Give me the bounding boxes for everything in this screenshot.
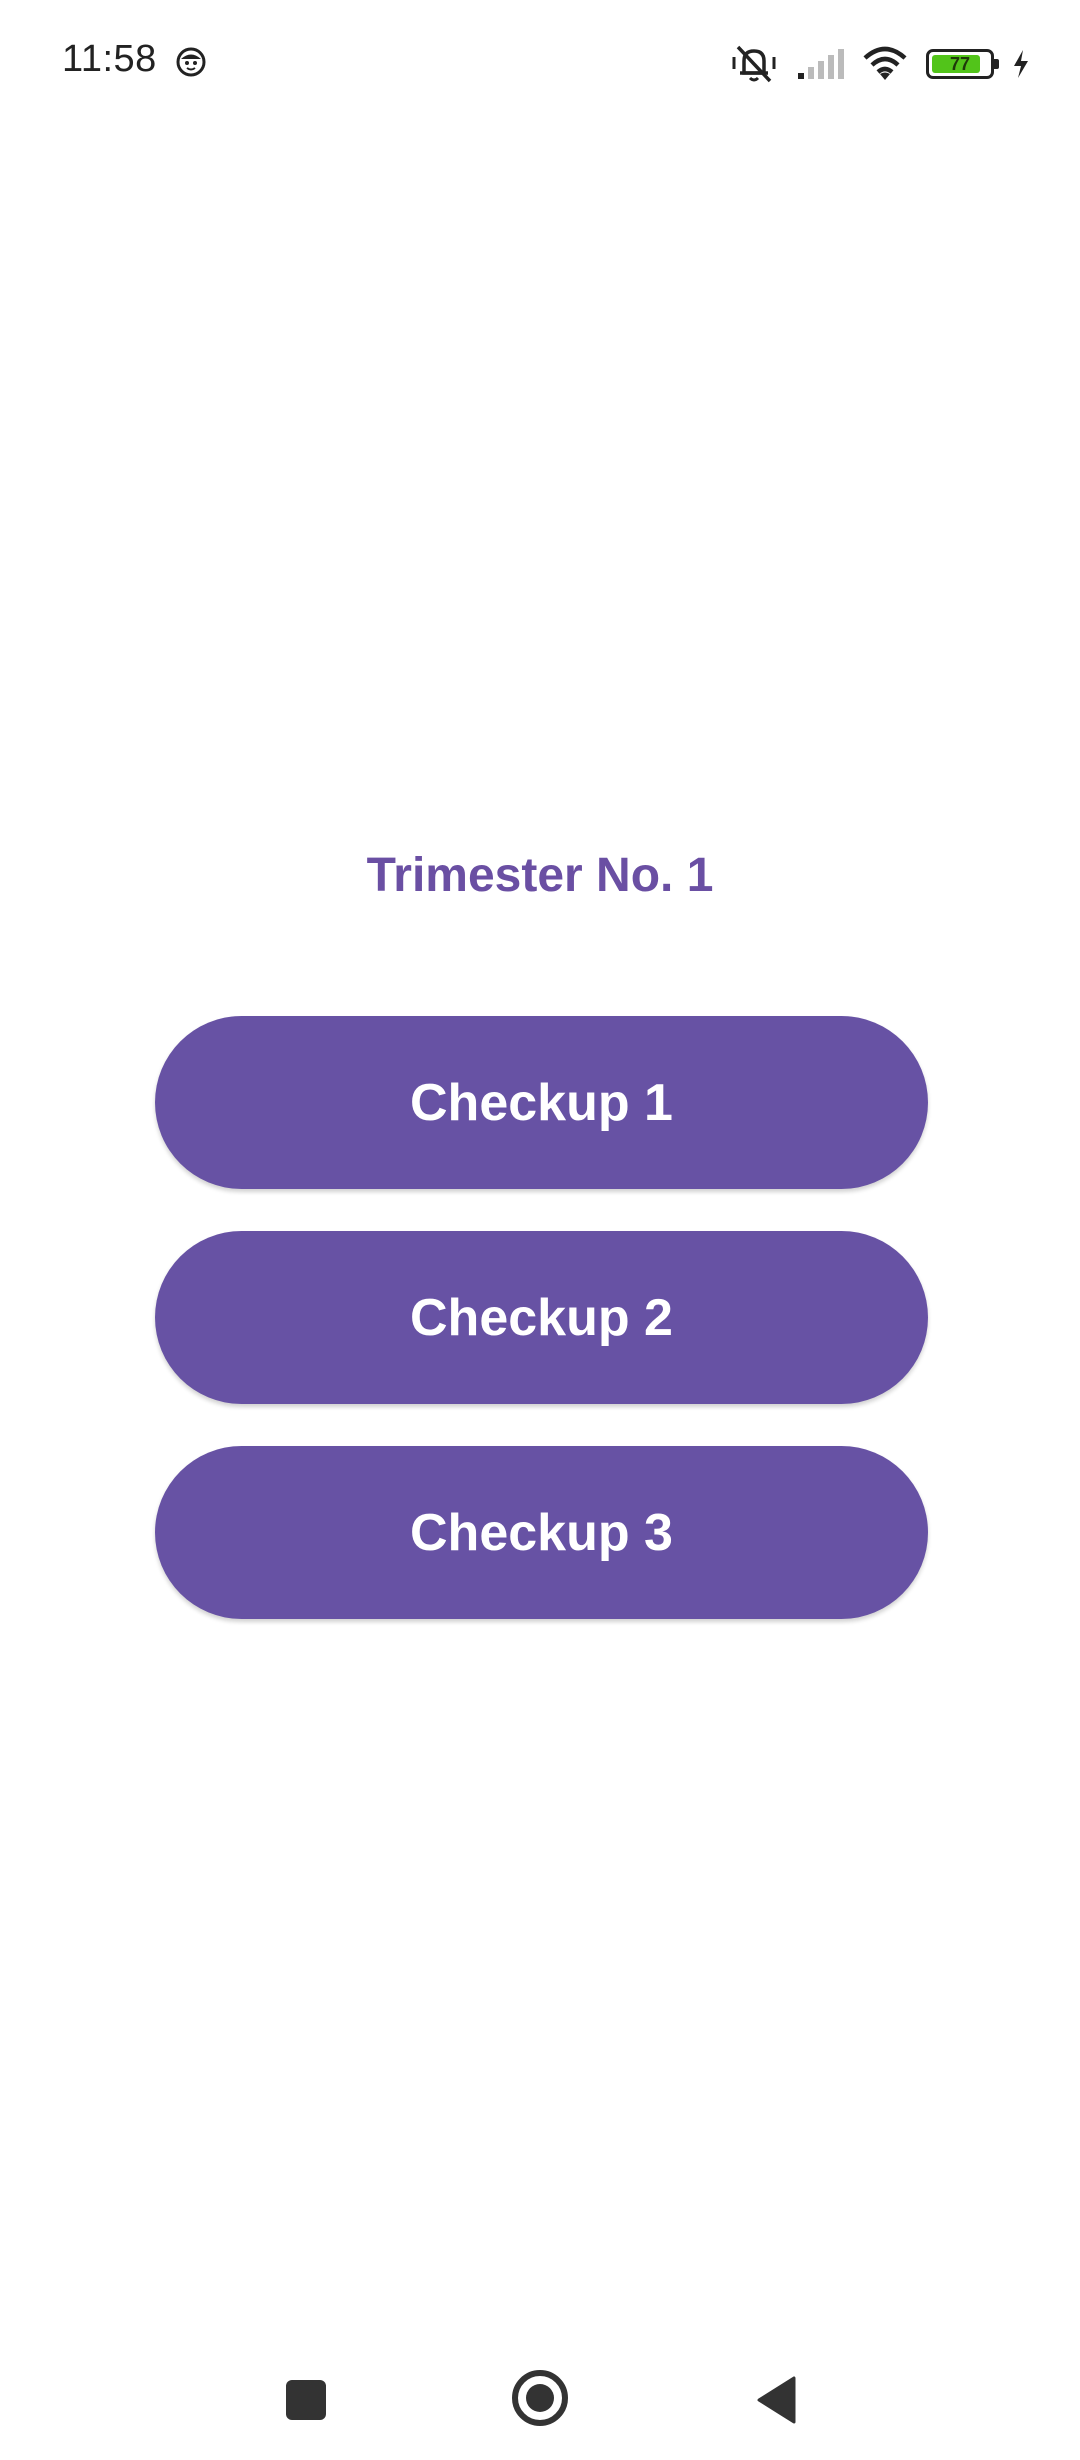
screen: 11:58 77 Trimester No. 1 Checkup 1 Check… (0, 0, 1080, 2460)
battery-indicator: 77 (926, 49, 999, 79)
status-bar: 11:58 77 (0, 0, 1080, 130)
checkup-2-button[interactable]: Checkup 2 (155, 1231, 928, 1404)
status-icons: 77 (730, 40, 1030, 88)
triangle-back-icon (757, 2376, 796, 2424)
bolt-icon (1014, 50, 1028, 78)
battery-level: 77 (949, 54, 971, 74)
circle-icon (526, 2384, 554, 2412)
page-title: Trimester No. 1 (366, 849, 714, 902)
battery-nub (994, 59, 999, 69)
recents-button[interactable] (286, 2380, 326, 2420)
face-icon (176, 47, 206, 77)
wifi-icon (863, 46, 907, 80)
status-time: 11:58 (62, 38, 157, 80)
back-button[interactable] (756, 2376, 796, 2424)
signal-icon (798, 49, 844, 79)
checkup-3-button[interactable]: Checkup 3 (155, 1446, 928, 1619)
checkup-1-button[interactable]: Checkup 1 (155, 1016, 928, 1189)
home-button[interactable] (512, 2370, 568, 2426)
navigation-bar (0, 2340, 1080, 2460)
vibrate-off-icon (732, 45, 776, 83)
